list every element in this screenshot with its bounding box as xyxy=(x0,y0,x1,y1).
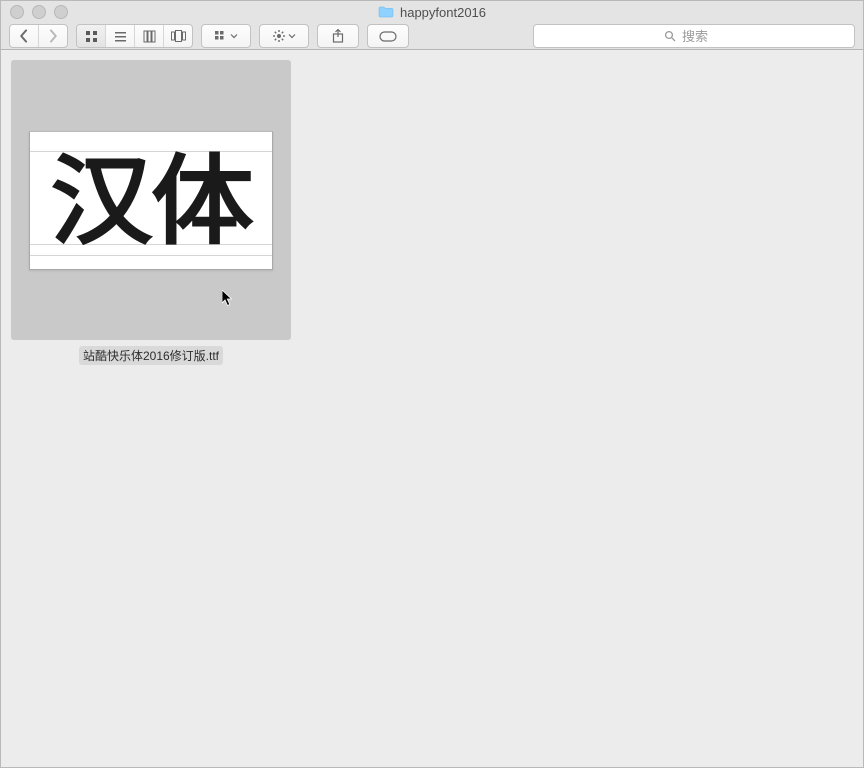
action-button[interactable] xyxy=(259,24,309,48)
close-window-button[interactable] xyxy=(10,5,24,19)
column-view-button[interactable] xyxy=(135,25,164,47)
search-field[interactable] xyxy=(533,24,855,48)
file-item[interactable]: 汉体 站酷快乐体2016修订版.ttf xyxy=(11,60,291,365)
nav-group xyxy=(9,24,68,48)
file-thumbnail[interactable]: 汉体 xyxy=(11,60,291,340)
coverflow-view-button[interactable] xyxy=(164,25,192,47)
finder-window: happyfont2016 xyxy=(0,0,864,768)
window-title: happyfont2016 xyxy=(400,5,486,20)
arrange-button[interactable] xyxy=(201,24,251,48)
font-preview-text: 汉体 xyxy=(24,152,278,250)
font-preview: 汉体 xyxy=(29,131,273,270)
folder-icon xyxy=(378,6,394,18)
list-view-button[interactable] xyxy=(106,25,135,47)
window-controls xyxy=(1,5,68,19)
minimize-window-button[interactable] xyxy=(32,5,46,19)
back-button[interactable] xyxy=(10,25,39,47)
content-area[interactable]: 汉体 站酷快乐体2016修订版.ttf xyxy=(1,50,863,767)
zoom-window-button[interactable] xyxy=(54,5,68,19)
toolbar xyxy=(1,23,863,50)
window-title-area: happyfont2016 xyxy=(1,5,863,20)
search-icon xyxy=(664,30,676,42)
icon-view-button[interactable] xyxy=(77,25,106,47)
share-button[interactable] xyxy=(317,24,359,48)
forward-button[interactable] xyxy=(39,25,67,47)
file-name-label[interactable]: 站酷快乐体2016修订版.ttf xyxy=(79,346,223,365)
titlebar: happyfont2016 xyxy=(1,1,863,23)
view-mode-group xyxy=(76,24,193,48)
search-input[interactable] xyxy=(680,28,724,45)
tags-button[interactable] xyxy=(367,24,409,48)
